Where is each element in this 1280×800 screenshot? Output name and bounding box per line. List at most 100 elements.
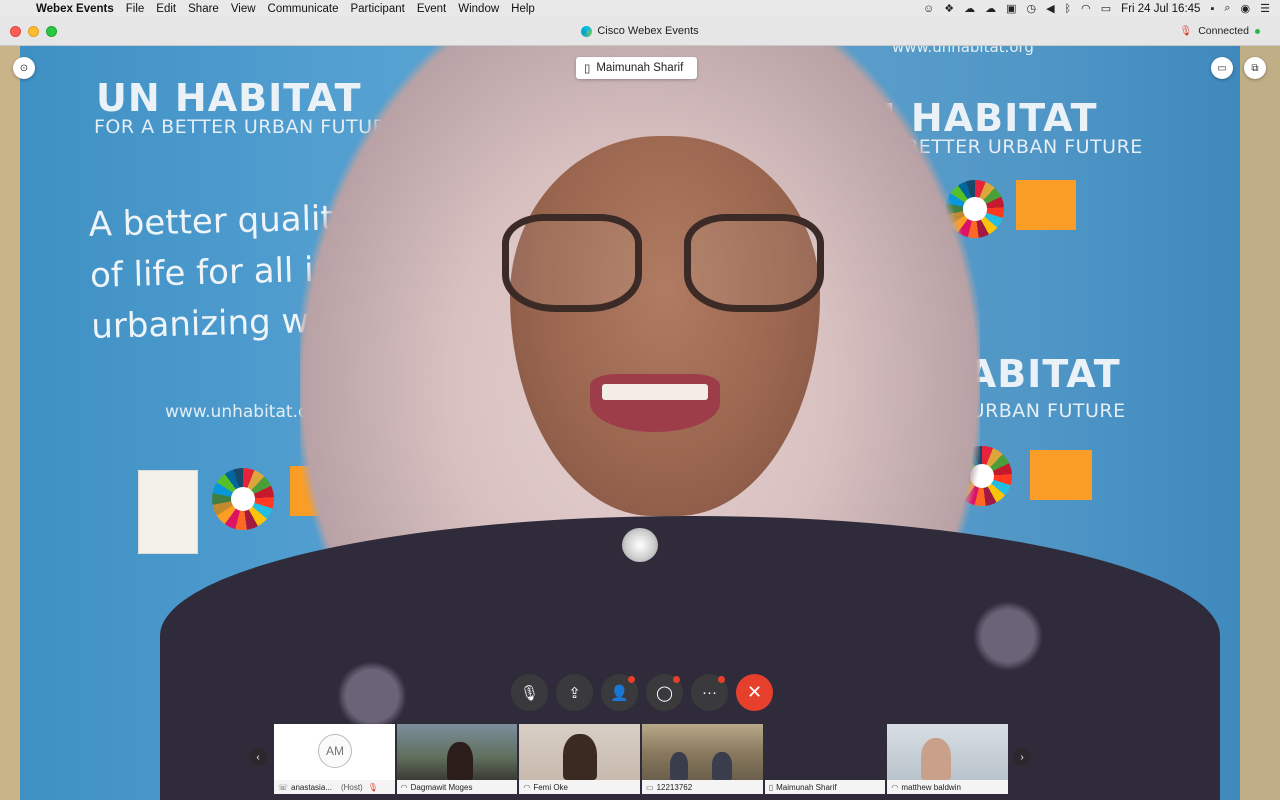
window-title-text: Cisco Webex Events	[597, 25, 699, 37]
connection-status-text: Connected	[1198, 25, 1249, 37]
mute-button[interactable]: 🎙	[511, 674, 548, 711]
phone-audio-icon: ☏	[278, 782, 289, 792]
menu-participant[interactable]: Participant	[344, 3, 410, 15]
active-speaker-video: UN HABITAT FOR A BETTER URBAN FUTURE A b…	[0, 46, 1280, 800]
connection-status: 🎙 Connected	[1179, 25, 1260, 37]
mobile-device-icon: ▯	[768, 782, 774, 792]
chat-notification-badge	[673, 676, 680, 683]
room-system-icon: ▭	[646, 782, 654, 792]
participant-video: AM	[274, 724, 395, 780]
wifi-icon[interactable]: ◠	[1081, 2, 1091, 15]
wall-right	[1240, 46, 1280, 800]
headset-icon: ◠	[891, 782, 899, 792]
siri-icon[interactable]: ◉	[1241, 2, 1251, 15]
new-urban-agenda-tile-left	[138, 470, 198, 554]
participants-button[interactable]: 👤	[601, 674, 638, 711]
participants-notification-badge	[628, 676, 635, 683]
participant-thumb[interactable]: ◠ matthew baldwin	[887, 724, 1009, 794]
participant-video	[396, 724, 518, 780]
window-title: Cisco Webex Events	[0, 25, 1280, 37]
more-button[interactable]: ···	[691, 674, 728, 711]
participant-caption: ▭ 12213762	[642, 780, 763, 794]
participant-silhouette	[670, 752, 689, 780]
participant-name: Femi Oke	[533, 782, 568, 792]
participant-video	[765, 724, 886, 780]
sdg-wheel-left	[212, 468, 274, 530]
maximize-window-button[interactable]	[46, 25, 57, 37]
info-icon: ⊙	[19, 62, 29, 74]
active-speaker-label: ▯ Maimunah Sharif	[576, 57, 698, 79]
participant-thumb[interactable]: ◠ Femi Oke	[519, 724, 641, 794]
exit-fullscreen-icon: ⧉	[1251, 62, 1259, 74]
more-icon: ···	[702, 684, 717, 701]
speaker-brooch	[622, 528, 658, 562]
menu-view[interactable]: View	[225, 3, 262, 15]
sdg-11-tile-right	[1016, 180, 1076, 230]
mic-muted-indicator-icon: 🎙	[1179, 25, 1193, 37]
participant-caption: ◠ matthew baldwin	[887, 780, 1009, 794]
minimize-window-button[interactable]	[28, 25, 39, 37]
webex-logo-icon	[581, 25, 593, 37]
filmstrip-prev-button[interactable]: ‹	[249, 748, 267, 766]
participant-caption: ◠ Femi Oke	[519, 780, 641, 794]
menu-clock[interactable]: Fri 24 Jul 16:45	[1121, 3, 1200, 15]
participant-filmstrip: AM ☏ anastasia... (Host) 🎙 ◠ Dagmawit Mo…	[274, 724, 1009, 794]
time-machine-icon[interactable]: ◷	[1026, 2, 1036, 15]
menu-event[interactable]: Event	[411, 3, 452, 15]
dropbox-icon[interactable]: ❖	[944, 2, 954, 15]
participant-role: (Host)	[340, 782, 363, 792]
filmstrip-next-button[interactable]: ›	[1013, 748, 1031, 766]
participant-video	[519, 724, 641, 780]
participant-name: matthew baldwin	[901, 782, 961, 792]
bluetooth-icon[interactable]: ᛒ	[1065, 3, 1072, 15]
active-speaker-name: Maimunah Sharif	[596, 62, 684, 74]
participant-name: 12213762	[656, 782, 693, 792]
participant-video	[642, 724, 763, 780]
participant-thumb[interactable]: ▯ Maimunah Sharif	[764, 724, 886, 794]
share-button[interactable]: ⇪	[556, 674, 593, 711]
menu-communicate[interactable]: Communicate	[262, 3, 345, 15]
participant-silhouette	[921, 738, 952, 780]
cloud-icon[interactable]: ☁	[964, 2, 975, 15]
exit-fullscreen-button[interactable]: ⧉	[1244, 57, 1266, 79]
display-icon[interactable]: ▣	[1006, 2, 1016, 15]
headset-icon: ◠	[523, 782, 531, 792]
speaker-smile	[590, 374, 720, 432]
chevron-left-icon: ‹	[256, 751, 260, 763]
menu-app-name[interactable]: Webex Events	[36, 3, 120, 15]
participant-caption: ☏ anastasia... (Host) 🎙	[274, 780, 395, 794]
close-icon: ✕	[746, 682, 763, 702]
macos-menu-bar: Webex Events File Edit Share View Commun…	[0, 0, 1280, 17]
close-window-button[interactable]	[10, 25, 21, 37]
volume-icon[interactable]: ◀	[1046, 2, 1054, 15]
toggle-filmstrip-button[interactable]: ▭	[1211, 57, 1233, 79]
uk-flag-icon[interactable]: ▪	[1210, 3, 1214, 15]
participant-thumb[interactable]: AM ☏ anastasia... (Host) 🎙	[274, 724, 395, 794]
chat-icon: ◯	[656, 684, 673, 702]
menu-file[interactable]: File	[120, 3, 151, 15]
menu-edit[interactable]: Edit	[150, 3, 182, 15]
participant-name: anastasia...	[291, 782, 332, 792]
more-notification-badge	[718, 676, 725, 683]
spotlight-search-icon[interactable]: ⌕	[1224, 2, 1230, 15]
battery-icon[interactable]: ▭	[1101, 2, 1111, 15]
participant-name: Dagmawit Moges	[410, 782, 473, 792]
speaker-glasses	[498, 214, 828, 314]
layout-options-button[interactable]: ⊙	[13, 57, 35, 79]
participant-thumb[interactable]: ▭ 12213762	[642, 724, 763, 794]
participant-thumb[interactable]: ◠ Dagmawit Moges	[396, 724, 518, 794]
menu-help[interactable]: Help	[505, 3, 541, 15]
chevron-right-icon: ›	[1020, 751, 1024, 763]
menu-share[interactable]: Share	[182, 3, 225, 15]
chat-button[interactable]: ◯	[646, 674, 683, 711]
participant-silhouette	[712, 752, 733, 780]
wechat-icon[interactable]: ☺	[923, 3, 934, 15]
menu-window[interactable]: Window	[452, 3, 505, 15]
notification-center-icon[interactable]: ☰	[1260, 2, 1270, 15]
participants-icon: 👤	[610, 684, 629, 702]
participant-caption: ◠ Dagmawit Moges	[396, 780, 518, 794]
window-title-bar: Cisco Webex Events 🎙 Connected	[0, 17, 1280, 46]
participant-silhouette	[563, 734, 598, 780]
cloud-sync-icon[interactable]: ☁	[985, 2, 996, 15]
leave-button[interactable]: ✕	[736, 674, 773, 711]
